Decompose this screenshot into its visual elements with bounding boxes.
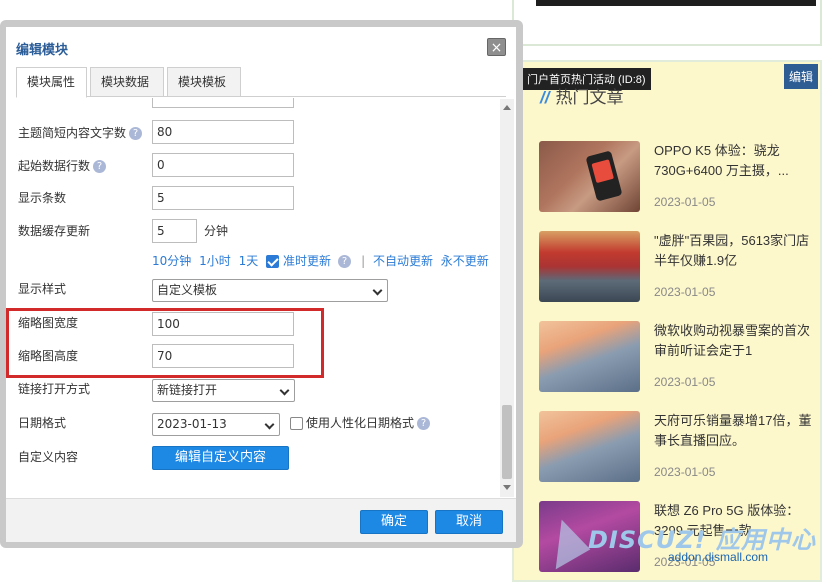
article-item[interactable]: OPPO K5 体验：骁龙730G+6400 万主摄，... 2023-01-0…	[539, 141, 819, 213]
ontime-update-checkbox[interactable]	[266, 255, 280, 268]
scrollbar-thumb[interactable]	[502, 405, 512, 479]
article-item[interactable]: "虚胖"百果园，5613家门店半年仅赚1.9亿 2023-01-05	[539, 231, 819, 303]
scroll-down-arrow-icon[interactable]	[503, 485, 511, 490]
ok-button[interactable]: 确定	[360, 510, 428, 534]
article-thumbnail[interactable]	[539, 321, 640, 392]
display-style-value: 自定义模板	[157, 283, 218, 297]
watermark: DISCUZ! 应用中心 addon.dismall.com	[528, 514, 828, 578]
help-icon[interactable]: ?	[129, 127, 143, 140]
field-label-cache-update: 数据缓存更新	[18, 224, 91, 238]
article-date: 2023-01-05	[654, 285, 716, 299]
article-date: 2023-01-05	[654, 375, 716, 389]
top-module-image	[536, 0, 816, 6]
humanized-date-label[interactable]: 使用人性化日期格式	[306, 416, 414, 430]
module-edit-button[interactable]: 编辑	[783, 64, 818, 89]
chevron-down-icon	[279, 385, 290, 396]
cancel-button[interactable]: 取消	[435, 510, 503, 534]
cache-link-1day[interactable]: 1天	[239, 254, 259, 268]
cache-link-never[interactable]: 永不更新	[441, 254, 489, 268]
link-separator: |	[361, 254, 366, 268]
link-target-value: 新链接打开	[157, 383, 218, 397]
help-icon[interactable]: ?	[93, 160, 107, 173]
article-thumbnail[interactable]	[539, 231, 640, 302]
annotation-highlight-box	[6, 308, 324, 378]
edit-custom-content-button[interactable]: 编辑自定义内容	[152, 446, 289, 470]
article-thumbnail[interactable]	[539, 411, 640, 482]
form-area: 主题简短内容文字数? 80 起始数据行数? 0 显示条数 5 数据缓存更新 5 …	[6, 98, 498, 498]
article-title[interactable]: "虚胖"百果园，5613家门店半年仅赚1.9亿	[654, 231, 814, 271]
display-style-select[interactable]: 自定义模板	[152, 279, 388, 302]
tab-module-data[interactable]: 模块数据	[90, 67, 164, 97]
article-item[interactable]: 微软收购动视暴雪案的首次审前听证会定于1 2023-01-05	[539, 321, 819, 393]
cache-minutes-input[interactable]: 5	[152, 219, 197, 243]
field-label-date-format: 日期格式	[18, 416, 67, 430]
edit-module-dialog: 编辑模块 × 模块属性 模块数据 模块模板 主题简短内容文字数? 80 起始数据…	[0, 20, 523, 548]
field-label-display-style: 显示样式	[18, 282, 67, 296]
summary-length-input[interactable]: 80	[152, 120, 294, 144]
scroll-up-arrow-icon[interactable]	[503, 105, 511, 110]
dialog-footer: 确定 取消	[6, 498, 516, 542]
article-title[interactable]: 天府可乐销量暴增17倍，董事长直播回应。	[654, 411, 814, 451]
cache-quick-links: 10分钟 1小时 1天 准时更新? | 不自动更新 永不更新	[152, 252, 493, 269]
ontime-update-label[interactable]: 准时更新	[283, 254, 331, 268]
field-label-link-target: 链接打开方式	[18, 382, 91, 396]
article-thumbnail[interactable]	[539, 141, 640, 212]
tab-module-properties[interactable]: 模块属性	[16, 67, 87, 98]
section-title: // 热门文章	[540, 83, 623, 108]
watermark-url: addon.dismall.com	[668, 550, 769, 564]
article-date: 2023-01-05	[654, 195, 716, 209]
cache-link-10min[interactable]: 10分钟	[152, 254, 191, 268]
dialog-body: 编辑模块 × 模块属性 模块数据 模块模板 主题简短内容文字数? 80 起始数据…	[6, 27, 516, 542]
watermark-logo-icon	[535, 514, 591, 570]
display-count-input[interactable]: 5	[152, 186, 294, 210]
date-format-value: 2023-01-13	[157, 417, 227, 431]
hot-articles-panel: 门户首页热门活动 (ID:8) 编辑 //热门文章 OPPO K5 体验：骁龙7…	[512, 60, 822, 582]
dialog-tabs: 模块属性 模块数据 模块模板	[16, 67, 506, 98]
hidden-field-input[interactable]	[152, 98, 294, 108]
chevron-down-icon	[264, 419, 275, 430]
humanized-date-option: 使用人性化日期格式?	[290, 414, 431, 431]
cache-link-1hour[interactable]: 1小时	[199, 254, 231, 268]
close-icon[interactable]: ×	[487, 38, 506, 56]
article-title[interactable]: 微软收购动视暴雪案的首次审前听证会定于1	[654, 321, 814, 361]
tab-module-template[interactable]: 模块模板	[167, 67, 241, 97]
start-row-input[interactable]: 0	[152, 153, 294, 177]
help-icon[interactable]: ?	[338, 255, 352, 268]
field-label-custom-content: 自定义内容	[18, 450, 79, 464]
dialog-title: 编辑模块	[16, 43, 69, 58]
section-title-text: 热门文章	[555, 88, 624, 107]
field-label-summary-length: 主题简短内容文字数?	[18, 124, 143, 141]
title-slash-icon: //	[540, 88, 550, 107]
article-date: 2023-01-05	[654, 465, 716, 479]
field-label-display-count: 显示条数	[18, 191, 67, 205]
field-label-start-row: 起始数据行数?	[18, 157, 107, 174]
help-icon[interactable]: ?	[417, 417, 431, 430]
link-target-select[interactable]: 新链接打开	[152, 379, 295, 402]
date-format-select[interactable]: 2023-01-13	[152, 413, 280, 436]
chevron-down-icon	[372, 285, 383, 296]
form-scrollbar[interactable]	[500, 99, 514, 497]
top-module-box	[512, 0, 822, 46]
article-item[interactable]: 天府可乐销量暴增17倍，董事长直播回应。 2023-01-05	[539, 411, 819, 483]
cache-unit-label: 分钟	[204, 224, 229, 238]
article-title[interactable]: OPPO K5 体验：骁龙730G+6400 万主摄，...	[654, 141, 814, 181]
cache-link-no-auto[interactable]: 不自动更新	[373, 254, 433, 268]
humanized-date-checkbox[interactable]	[290, 417, 303, 430]
